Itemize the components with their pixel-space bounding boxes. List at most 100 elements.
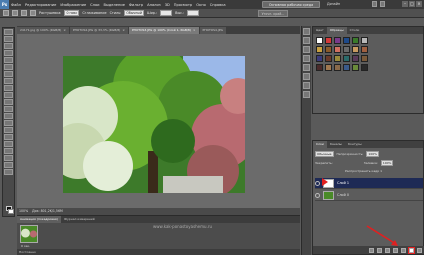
style-swatch[interactable] bbox=[343, 55, 350, 62]
close-icon[interactable]: × bbox=[122, 27, 125, 34]
menu-file[interactable]: Файл bbox=[9, 3, 23, 7]
marquee-tool-icon[interactable] bbox=[4, 36, 13, 42]
style-swatch[interactable] bbox=[361, 46, 368, 53]
layer-style-icon[interactable] bbox=[377, 247, 382, 253]
style-swatch[interactable] bbox=[334, 37, 341, 44]
new-selection-icon[interactable] bbox=[12, 10, 18, 16]
brush-tool-icon[interactable] bbox=[4, 78, 13, 84]
menu-3d[interactable]: 3D bbox=[163, 3, 172, 7]
tab-measurement-log[interactable]: Журнал измерений bbox=[61, 216, 98, 223]
tab-animation[interactable]: Анимация (покадровая) bbox=[17, 216, 61, 223]
type-tool-icon[interactable] bbox=[4, 134, 13, 140]
gradient-tool-icon[interactable] bbox=[4, 106, 13, 112]
tab-channels[interactable]: Каналы bbox=[327, 141, 345, 148]
tab-color[interactable]: Цвет bbox=[313, 27, 327, 34]
style-swatch[interactable] bbox=[343, 37, 350, 44]
history-brush-tool-icon[interactable] bbox=[4, 92, 13, 98]
layer-row-1[interactable]: Слой 1 bbox=[315, 178, 423, 189]
fill-input[interactable]: 100% bbox=[380, 159, 394, 166]
new-group-icon[interactable] bbox=[401, 247, 406, 253]
eyedropper-tool-icon[interactable] bbox=[4, 64, 13, 70]
design-workspace-link[interactable]: Дизайн bbox=[327, 2, 340, 6]
navigator-icon[interactable] bbox=[303, 91, 310, 98]
background-color-swatch[interactable] bbox=[8, 209, 14, 214]
style-swatch[interactable] bbox=[343, 46, 350, 53]
style-swatch[interactable] bbox=[352, 37, 359, 44]
style-swatch[interactable] bbox=[361, 37, 368, 44]
tab-paths[interactable]: Контуры bbox=[345, 141, 365, 148]
trees-photo[interactable] bbox=[63, 56, 245, 193]
style-select[interactable]: Обычный bbox=[124, 10, 144, 16]
move-tool-icon[interactable] bbox=[4, 29, 13, 35]
menu-layers[interactable]: Слои bbox=[88, 3, 101, 7]
tab-document-2[interactable]: PHOTOS2.JPG @ 33,3% (RGB/8) × bbox=[69, 27, 128, 34]
menu-filter[interactable]: Фильтр bbox=[127, 3, 145, 7]
lasso-tool-icon[interactable] bbox=[4, 43, 13, 49]
dodge-tool-icon[interactable] bbox=[4, 120, 13, 126]
crop-tool-icon[interactable] bbox=[4, 57, 13, 63]
canvas-area[interactable] bbox=[17, 34, 300, 208]
tab-swatches[interactable]: Образцы bbox=[326, 27, 347, 34]
style-swatch[interactable] bbox=[325, 55, 332, 62]
adjustment-layer-icon[interactable] bbox=[393, 247, 398, 253]
path-select-tool-icon[interactable] bbox=[4, 141, 13, 147]
cs-live-icon[interactable] bbox=[372, 1, 377, 7]
style-swatch[interactable] bbox=[316, 64, 323, 71]
style-swatch[interactable] bbox=[334, 46, 341, 53]
minimize-button[interactable]: – bbox=[402, 1, 408, 7]
height-input[interactable] bbox=[187, 10, 200, 16]
3d-rotate-tool-icon[interactable] bbox=[4, 155, 13, 161]
frame-delay[interactable]: 0 сек. bbox=[21, 244, 30, 248]
style-swatch[interactable] bbox=[352, 46, 359, 53]
style-swatch[interactable] bbox=[325, 37, 332, 44]
clone-stamp-tool-icon[interactable] bbox=[4, 85, 13, 91]
style-swatch[interactable] bbox=[316, 55, 323, 62]
style-swatch[interactable] bbox=[325, 64, 332, 71]
blend-mode-select[interactable]: Обычные bbox=[315, 150, 334, 157]
maximize-button[interactable]: □ bbox=[409, 1, 415, 7]
new-layer-icon[interactable] bbox=[408, 246, 415, 254]
style-swatch[interactable] bbox=[325, 46, 332, 53]
propagate-frame-label[interactable]: Распространить кадр 1 bbox=[345, 169, 382, 173]
zoom-readout[interactable]: 100% bbox=[19, 209, 28, 213]
menu-window[interactable]: Окно bbox=[194, 3, 208, 7]
marquee-tool-icon[interactable] bbox=[3, 10, 9, 16]
menu-analysis[interactable]: Анализ bbox=[145, 3, 163, 7]
opacity-input[interactable]: 100% bbox=[366, 150, 379, 157]
visibility-eye-icon[interactable] bbox=[315, 180, 320, 186]
info-icon[interactable] bbox=[303, 82, 310, 89]
style-swatch[interactable] bbox=[316, 46, 323, 53]
tab-document-4[interactable]: PHOTOS4.JPG bbox=[199, 27, 226, 34]
layer-row-0[interactable]: Слой 0 bbox=[315, 190, 423, 201]
paragraph-icon[interactable] bbox=[303, 73, 310, 80]
pen-tool-icon[interactable] bbox=[4, 127, 13, 133]
history-icon[interactable] bbox=[303, 28, 310, 35]
link-layers-icon[interactable] bbox=[369, 247, 374, 253]
trash-icon[interactable] bbox=[417, 247, 422, 253]
character-icon[interactable] bbox=[303, 64, 310, 71]
style-swatch[interactable] bbox=[334, 64, 341, 71]
style-swatch[interactable] bbox=[361, 55, 368, 62]
tab-layers[interactable]: Слои bbox=[313, 141, 327, 148]
style-swatch[interactable] bbox=[316, 37, 323, 44]
layer-mask-icon[interactable] bbox=[385, 247, 390, 253]
hand-tool-icon[interactable] bbox=[4, 162, 13, 168]
tab-styles[interactable]: Стили bbox=[347, 27, 363, 34]
style-swatch[interactable] bbox=[334, 55, 341, 62]
frame-thumbnail[interactable] bbox=[20, 225, 38, 243]
feather-input[interactable]: 0 пикс bbox=[64, 10, 80, 16]
healing-tool-icon[interactable] bbox=[4, 71, 13, 77]
refine-edge-button[interactable]: Уточн. край... bbox=[258, 10, 288, 17]
actions-icon[interactable] bbox=[303, 37, 310, 44]
menu-edit[interactable]: Редактирование bbox=[23, 3, 58, 7]
visibility-eye-icon[interactable] bbox=[315, 192, 320, 198]
close-icon[interactable]: × bbox=[193, 27, 196, 34]
tab-document-3[interactable]: PHOTOS3.JPG @ 100% (Слой 1, RGB/8) × bbox=[128, 27, 199, 34]
zoom-tool-icon[interactable] bbox=[4, 169, 13, 175]
width-input[interactable] bbox=[160, 10, 173, 16]
blur-tool-icon[interactable] bbox=[4, 113, 13, 119]
menu-select[interactable]: Выделение bbox=[102, 3, 127, 7]
workspace-button[interactable]: Основная рабочая среда bbox=[262, 1, 320, 8]
clone-source-icon[interactable] bbox=[303, 55, 310, 62]
style-swatch[interactable] bbox=[352, 55, 359, 62]
